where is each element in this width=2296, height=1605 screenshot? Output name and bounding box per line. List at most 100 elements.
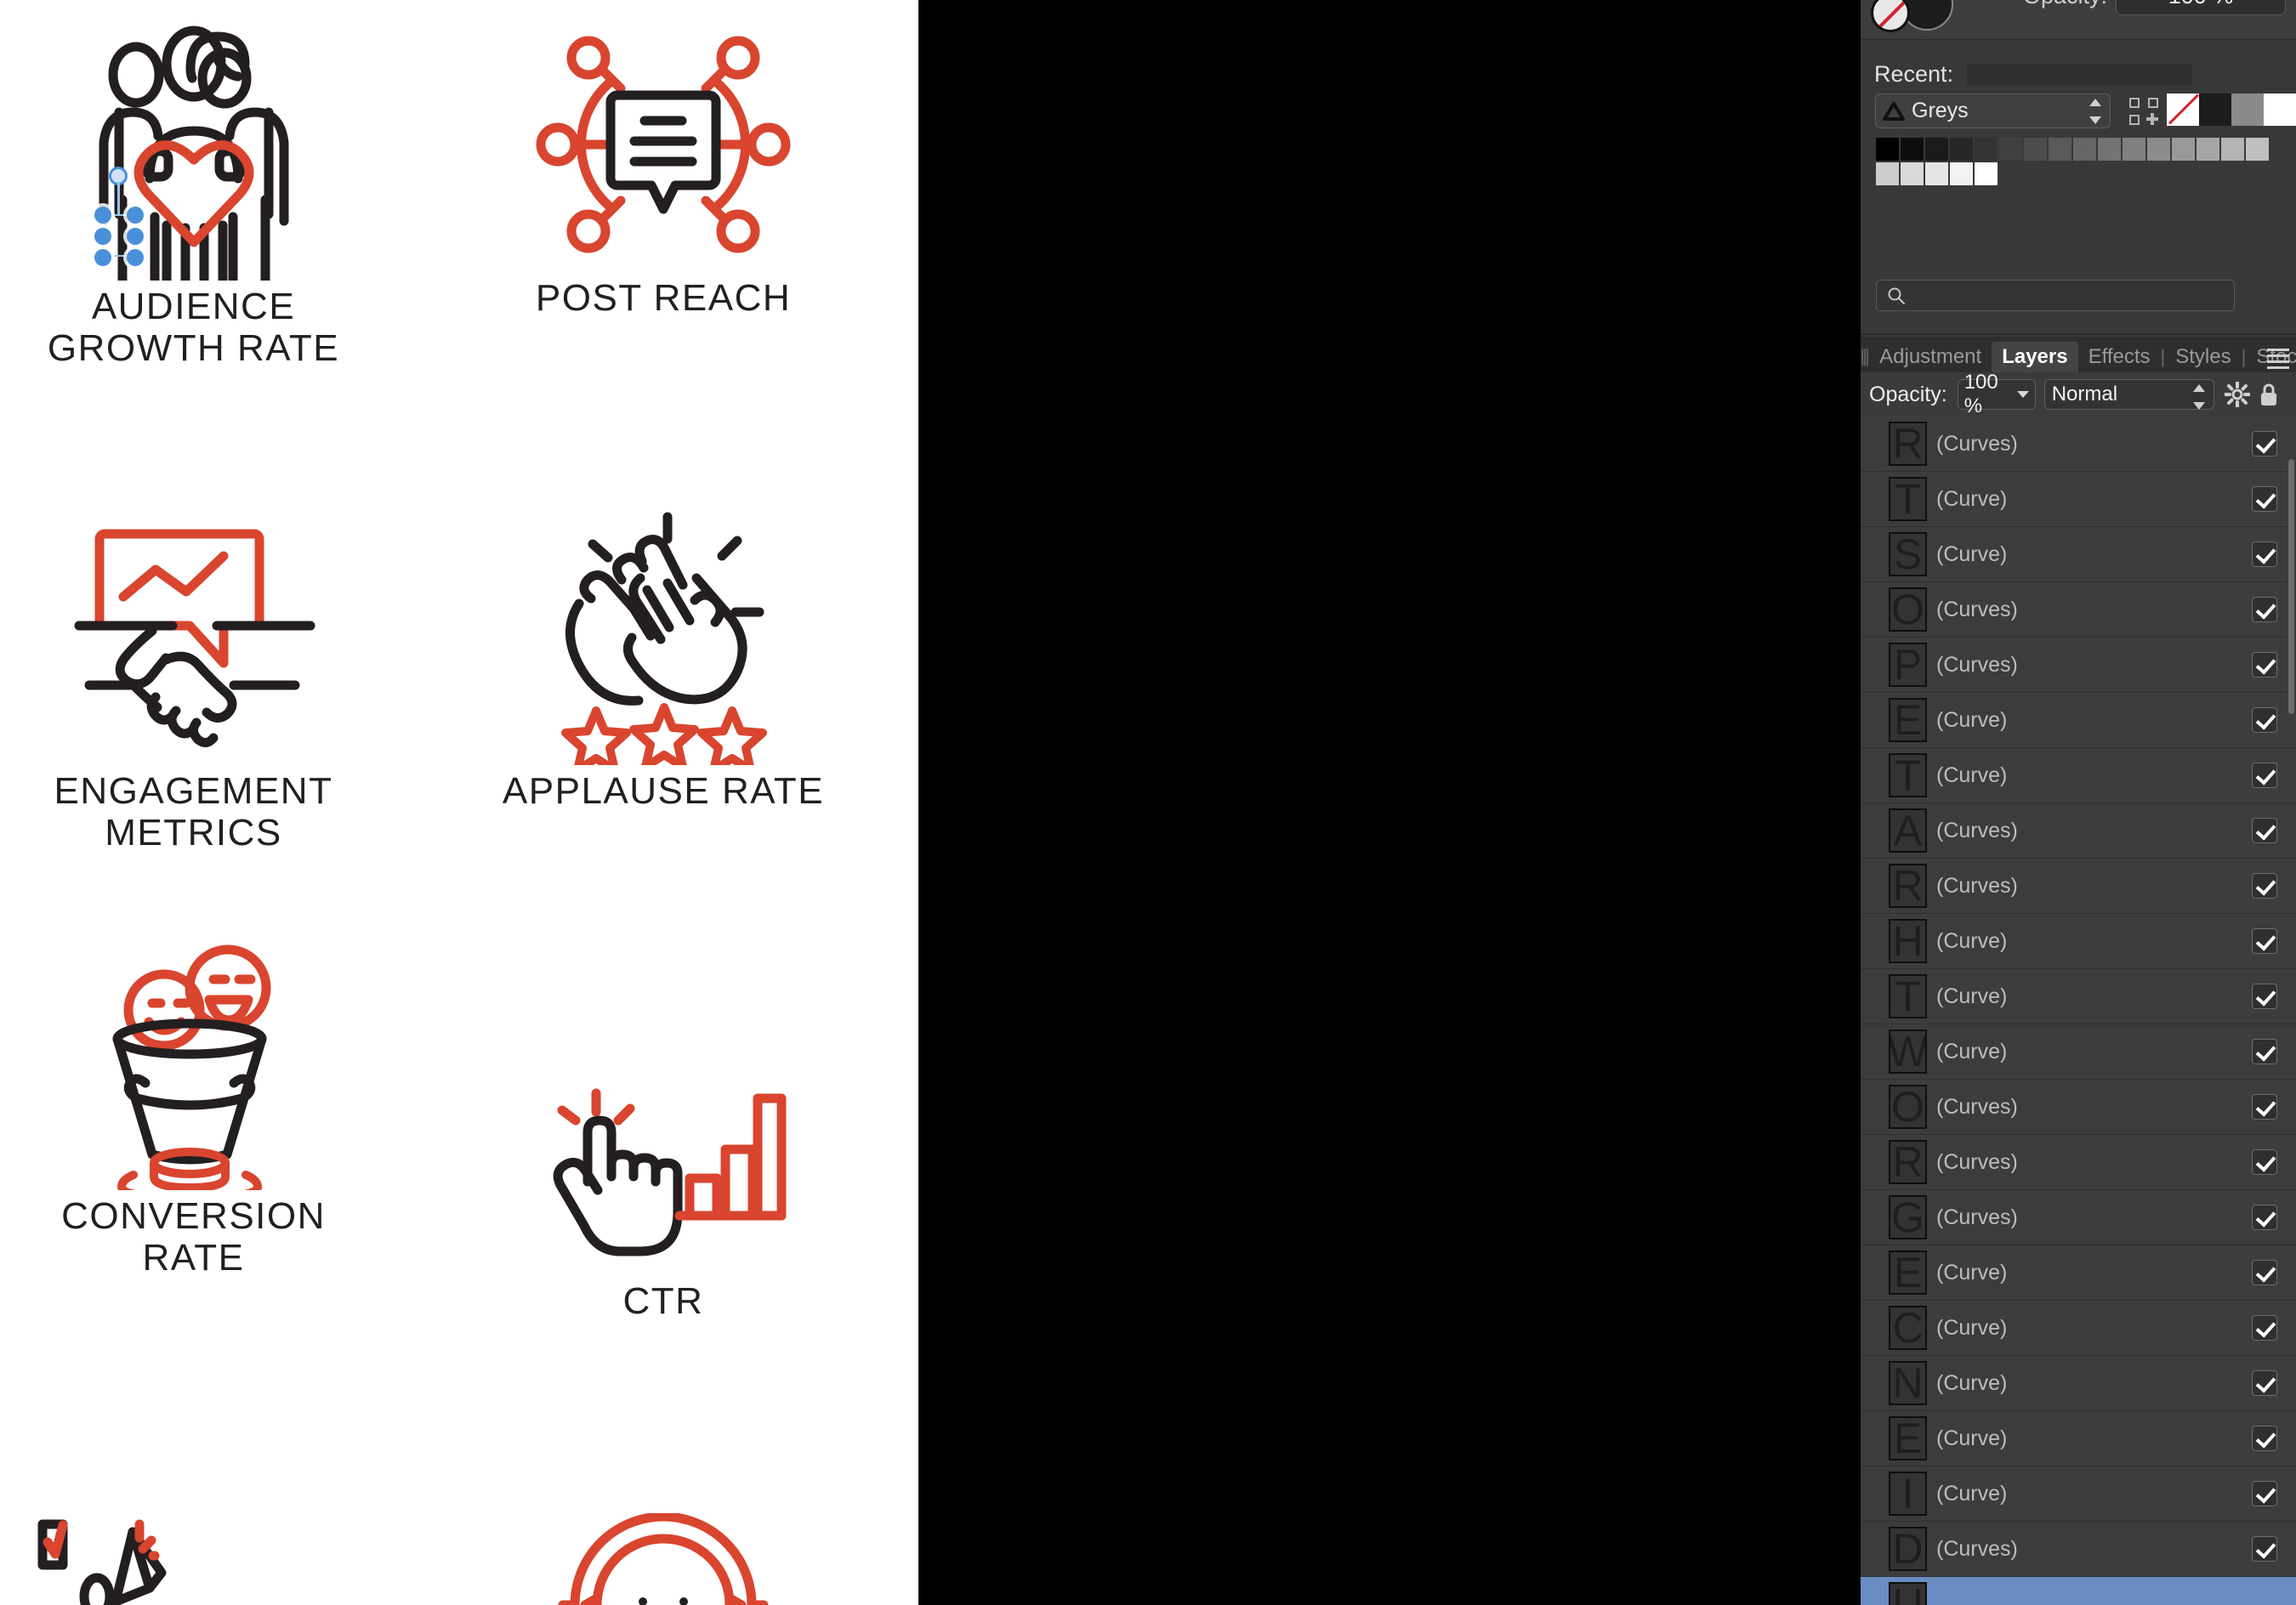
swatches-panel[interactable]: Recent: Greys	[1861, 40, 2296, 261]
swatch-10[interactable]	[2123, 138, 2145, 161]
layer-thumbnail[interactable]: I	[1889, 1472, 1927, 1516]
layer-name[interactable]: (Curve)	[1936, 542, 2252, 567]
blend-mode-stepper[interactable]	[2192, 384, 2205, 410]
layer-thumbnail[interactable]: T	[1889, 974, 1927, 1018]
layer-thumbnail[interactable]: T	[1889, 477, 1927, 521]
swatch-5[interactable]	[1999, 138, 2022, 161]
layer-row[interactable]: I (Curve)	[1861, 1466, 2296, 1522]
layer-thumbnail[interactable]: R	[1889, 864, 1927, 908]
secondary-color-swatch[interactable]	[1871, 0, 1910, 32]
layer-visibility-checkbox[interactable]	[2252, 1260, 2277, 1285]
icon-cell-engagement-metrics[interactable]: ENGAGEMENT METRICS	[0, 519, 387, 854]
layer-name[interactable]: (Curves)	[1936, 819, 2252, 843]
recent-colors-well[interactable]	[1967, 63, 2193, 86]
layer-name[interactable]: (Curve)	[1936, 1371, 2252, 1396]
icon-cell-conversion-rate[interactable]: CONVERSION RATE	[0, 944, 387, 1279]
layer-row[interactable]: N (Curve)	[1861, 1356, 2296, 1411]
layer-thumbnail[interactable]: T	[1889, 753, 1927, 797]
layer-row[interactable]: A (Curves)	[1861, 803, 2296, 859]
palette-dropdown[interactable]: Greys	[1875, 94, 2111, 128]
layer-visibility-checkbox[interactable]	[2252, 1149, 2277, 1175]
layer-name[interactable]: (Curve)	[1936, 1261, 2252, 1285]
swatch-2[interactable]	[1925, 138, 1948, 161]
tab-effects[interactable]: Effects	[2078, 342, 2161, 372]
layer-row[interactable]: T (Curve)	[1861, 748, 2296, 803]
icon-cell-applause-rate[interactable]: APPLAUSE RATE	[476, 502, 850, 812]
layer-name[interactable]: (Curves)	[1936, 1095, 2252, 1120]
swatch-17[interactable]	[1901, 162, 1924, 185]
layer-visibility-checkbox[interactable]	[2252, 873, 2277, 899]
layer-row[interactable]: O (Curves)	[1861, 1080, 2296, 1135]
layer-row[interactable]: D (Curves)	[1861, 1522, 2296, 1577]
layers-list[interactable]: R (Curves) T (Curve) S (Curve) O (Curves) P (Curv…	[1861, 417, 2296, 1605]
swatch-18[interactable]	[1925, 162, 1948, 185]
layer-thumbnail[interactable]: G	[1889, 1195, 1927, 1239]
layer-name[interactable]: (Curves)	[1936, 653, 2252, 678]
quick-chip-2[interactable]	[2231, 94, 2264, 126]
tab-styles[interactable]: Styles	[2165, 342, 2241, 372]
layer-row[interactable]: P (Curves)	[1861, 638, 2296, 693]
swatch-0[interactable]	[1876, 138, 1899, 161]
layer-visibility-checkbox[interactable]	[2252, 1205, 2277, 1230]
layer-name[interactable]: (Curves)	[1936, 432, 2252, 457]
layer-name[interactable]: (Curve)	[1936, 487, 2252, 512]
swatch-7[interactable]	[2049, 138, 2072, 161]
panel-grip-icon[interactable]: ⫼	[1861, 343, 1869, 372]
search-input[interactable]	[1912, 284, 2219, 307]
layer-visibility-checkbox[interactable]	[2252, 763, 2277, 788]
layer-thumbnail[interactable]: S	[1889, 532, 1927, 576]
swatch-19[interactable]	[1950, 162, 1973, 185]
layer-row[interactable]: R (Curves)	[1861, 417, 2296, 472]
search-field[interactable]	[1876, 280, 2235, 311]
layer-name[interactable]: (Curves)	[1936, 874, 2252, 899]
layer-thumbnail[interactable]: O	[1889, 587, 1927, 632]
artboard[interactable]: AUDIENCE GROWTH RATE POST REACH ENGAGEME…	[0, 0, 918, 1605]
icon-cell-partial-right[interactable]	[476, 1513, 850, 1605]
layer-thumbnail[interactable]: A	[1889, 808, 1927, 853]
palette-stepper[interactable]	[2089, 99, 2101, 124]
opacity-stepper[interactable]: 100 %	[1957, 371, 2036, 417]
swatch-16[interactable]	[1876, 162, 1899, 185]
layer-thumbnail[interactable]: R	[1889, 422, 1927, 466]
layer-row[interactable]: T (Curve)	[1861, 969, 2296, 1024]
layer-name[interactable]: (Curve)	[1936, 1482, 2252, 1506]
swatch-1[interactable]	[1901, 138, 1924, 161]
layer-thumbnail[interactable]: P	[1889, 643, 1927, 687]
layers-scrollbar[interactable]	[2288, 459, 2294, 714]
layer-row[interactable]: U	[1861, 1577, 2296, 1605]
icon-cell-post-reach[interactable]: POST REACH	[476, 17, 850, 319]
layer-thumbnail[interactable]: C	[1889, 1306, 1927, 1350]
layer-name[interactable]: (Curves)	[1936, 598, 2252, 622]
swatch-20[interactable]	[1975, 162, 1998, 185]
layer-thumbnail[interactable]: N	[1889, 1361, 1927, 1405]
layer-name[interactable]: (Curve)	[1936, 984, 2252, 1009]
layer-row[interactable]: O (Curves)	[1861, 582, 2296, 638]
panel-tab-bar[interactable]: ⫼ Adjustment Layers Effects | Styles | S…	[1861, 337, 2296, 372]
layer-name[interactable]: (Curve)	[1936, 929, 2252, 954]
icon-cell-audience-growth-rate[interactable]: AUDIENCE GROWTH RATE	[0, 17, 387, 370]
layer-row[interactable]: G (Curves)	[1861, 1190, 2296, 1245]
layer-row[interactable]: W (Curve)	[1861, 1024, 2296, 1080]
layer-row[interactable]: E (Curve)	[1861, 1245, 2296, 1301]
palette-row[interactable]: Greys	[1875, 94, 2158, 128]
panel-menu-icon[interactable]	[2267, 349, 2289, 369]
tab-adjustment[interactable]: Adjustment	[1869, 342, 1992, 372]
layer-visibility-checkbox[interactable]	[2252, 1481, 2277, 1506]
layer-name[interactable]: (Curve)	[1936, 1316, 2252, 1341]
layer-visibility-checkbox[interactable]	[2252, 984, 2277, 1009]
icon-cell-partial-left[interactable]	[0, 1496, 387, 1605]
layer-thumbnail[interactable]: E	[1889, 698, 1927, 742]
clipped-opacity-value[interactable]: 100 %	[2116, 0, 2286, 15]
swatch-15[interactable]	[2246, 138, 2269, 161]
layer-visibility-checkbox[interactable]	[2252, 1536, 2277, 1562]
lock-icon[interactable]	[2259, 382, 2279, 407]
right-dock-panel[interactable]: Opacity: 100 % Recent: Greys	[1861, 0, 2296, 1605]
quick-chip-3[interactable]	[2264, 94, 2296, 126]
swatch-6[interactable]	[2024, 138, 2047, 161]
layer-thumbnail[interactable]: O	[1889, 1085, 1927, 1129]
swatch-13[interactable]	[2197, 138, 2219, 161]
layer-visibility-checkbox[interactable]	[2252, 652, 2277, 678]
layer-row[interactable]: E (Curve)	[1861, 693, 2296, 748]
layer-visibility-checkbox[interactable]	[2252, 818, 2277, 843]
layer-visibility-checkbox[interactable]	[2252, 1315, 2277, 1341]
